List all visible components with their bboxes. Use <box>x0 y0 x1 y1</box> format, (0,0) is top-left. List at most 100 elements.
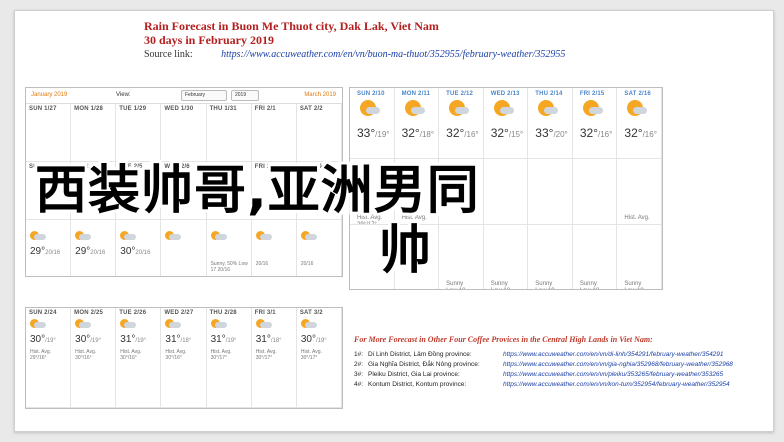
low-temp: /18° <box>419 130 435 139</box>
high-temp: 33° <box>357 126 376 140</box>
bottom-calendar-panel: SUN 2/24 30°/19° Hist. Avg. 29°/16° MON 2/25… <box>25 307 343 409</box>
day-label <box>484 159 528 162</box>
historic-label: Sunny <box>446 281 464 287</box>
calendar-day-cell[interactable]: TUE 2/12 32°/16° <box>439 88 484 159</box>
high-temp: 31° <box>210 334 226 345</box>
calendar-day-cell[interactable]: THU 2/14 33°/20° <box>528 88 573 159</box>
historic-average: Hist. Avg. 30°/17° <box>301 349 322 361</box>
low-temp: /19° <box>45 338 56 344</box>
cloud-icon <box>544 107 559 114</box>
calendar-day-cell[interactable] <box>572 159 618 225</box>
temperature: 32°/16° <box>446 126 478 140</box>
calendar-day-cell[interactable]: Hist. Avg. <box>617 159 662 225</box>
high-temp: 30° <box>30 334 46 345</box>
historic-value: 30°/17° <box>210 355 228 361</box>
calendar-day-cell[interactable]: MON 2/25 30°/19° Hist. Avg. 30°/16° <box>71 308 117 408</box>
calendar-day-cell[interactable]: THU 1/31 <box>206 104 252 162</box>
day-label: WED 2/13 <box>490 91 520 97</box>
calendar-day-cell[interactable]: FRI 2/15 32°/16° <box>572 88 618 159</box>
high-temp: 32° <box>401 126 420 140</box>
low-temp: /16° <box>642 130 657 139</box>
high-temp: 30° <box>75 334 91 345</box>
source-label: Source link: <box>144 49 193 60</box>
overlay-caption: 西装帅哥,亚洲男同 帅 <box>35 161 480 281</box>
temperature: 30°/19° <box>30 334 56 345</box>
historic-average: Hist. Avg. 30°/16° <box>75 349 96 361</box>
district-link[interactable]: https://www.accuweather.com/en/vn/kon-tu… <box>503 380 730 390</box>
row-number: 3#: <box>354 371 364 378</box>
high-temp: 31° <box>120 334 136 345</box>
historic-value: 30°/17° <box>300 355 318 361</box>
day-label <box>528 159 572 162</box>
calendar-day-cell[interactable]: SunnyLow 18 <box>573 225 618 289</box>
temperature: 32°/18° <box>402 126 434 140</box>
more-forecast-row: 2#: Gia Nghĩa District, Đắk Nông province… <box>354 360 764 370</box>
next-month-link[interactable]: March 2019 <box>304 92 336 98</box>
calendar-day-cell[interactable]: MON 2/11 32°/18° <box>394 88 440 159</box>
calendar-day-cell[interactable]: WED 1/30 <box>161 104 207 162</box>
calendar-day-cell[interactable]: SunnyLow 18 <box>484 225 529 289</box>
historic-average: Hist. Avg. 30°/17° <box>211 349 232 361</box>
prev-month-link[interactable]: January 2019 <box>31 92 67 98</box>
historic-value: Low 19 <box>535 288 554 289</box>
temperature: 31°/18° <box>256 334 282 345</box>
historic-average: SunnyLow 18 <box>491 281 510 289</box>
temperature: 30°/19° <box>301 334 327 345</box>
day-label: FRI 2/15 <box>579 91 605 97</box>
year-select[interactable]: 2019 <box>231 90 259 101</box>
calendar-day-cell[interactable] <box>483 159 529 225</box>
temperature: 31°/19° <box>211 334 237 345</box>
more-forecast-title: For More Forecast in Other Four Coffee P… <box>354 335 653 344</box>
month-select[interactable]: February <box>181 90 227 101</box>
more-forecast-row: 3#: Pleiku District, Gia Lai province: htt… <box>354 370 764 380</box>
cloud-icon <box>588 107 603 114</box>
low-temp: /19° <box>225 338 237 344</box>
high-temp: 32° <box>490 126 509 140</box>
calendar-day-cell[interactable]: WED 2/27 31°/18° Hist. Avg. 30°/16° <box>161 308 207 408</box>
calendar-day-cell[interactable]: FRI 2/1 <box>251 104 297 162</box>
calendar-day-cell[interactable]: SunnyLow 18 <box>617 225 662 289</box>
calendar-day-cell[interactable]: MON 1/28 <box>71 104 117 162</box>
calendar-day-cell[interactable]: FRI 3/1 31°/18° Hist. Avg. 30°/17° <box>251 308 297 408</box>
temperature: 31°/19° <box>120 334 146 345</box>
calendar-day-cell[interactable]: SUN 2/24 30°/19° Hist. Avg. 29°/16° <box>26 308 72 408</box>
calendar-day-cell[interactable]: SUN 2/10 33°/19° <box>350 88 395 159</box>
day-label: WED 1/30 <box>164 106 194 112</box>
high-temp: 31° <box>165 334 181 345</box>
cloud-icon <box>410 107 425 114</box>
calendar-day-cell[interactable]: SAT 2/16 32°/16° <box>617 88 662 159</box>
calendar-day-cell[interactable] <box>528 159 573 225</box>
document-page: Rain Forecast in Buon Me Thuot city, Dak… <box>14 10 774 432</box>
low-temp: /19° <box>375 130 390 139</box>
calendar-day-cell[interactable]: SAT 2/2 <box>296 104 342 162</box>
district-link[interactable]: https://www.accuweather.com/en/vn/pleiku… <box>503 370 723 380</box>
day-label: TUE 1/29 <box>119 106 147 112</box>
day-label: MON 2/25 <box>74 310 104 316</box>
district-name: Pleiku District, Gia Lai province: <box>368 371 460 378</box>
calendar-day-cell[interactable]: SunnyLow 19 <box>528 225 573 289</box>
historic-average: SunnyLow 18 <box>446 281 465 289</box>
calendar-day-cell[interactable]: TUE 1/29 <box>116 104 162 162</box>
day-label: WED 2/27 <box>164 310 194 316</box>
day-label: FRI 2/1 <box>254 106 276 112</box>
cloud-icon <box>455 107 470 114</box>
day-label: MON 1/28 <box>74 106 104 112</box>
day-label: SUN 2/10 <box>357 91 385 97</box>
calendar-day-cell[interactable]: SUN 1/27 <box>26 104 72 162</box>
district-link[interactable]: https://www.accuweather.com/en/vn/di-lin… <box>503 350 724 360</box>
calendar-day-cell[interactable]: THU 2/28 31°/19° Hist. Avg. 30°/17° <box>206 308 252 408</box>
calendar-day-cell[interactable]: WED 2/13 32°/15° <box>483 88 529 159</box>
historic-average: SunnyLow 18 <box>580 281 599 289</box>
row-number: 1#: <box>354 351 364 358</box>
high-temp: 32° <box>624 126 643 140</box>
calendar-day-cell[interactable]: TUE 2/26 31°/19° Hist. Avg. 30°/16° <box>116 308 162 408</box>
low-temp: /18° <box>180 338 192 344</box>
district-link[interactable]: https://www.accuweather.com/en/vn/gia-ng… <box>503 360 733 370</box>
source-line: Source link: https://www.accuweather.com… <box>144 48 604 62</box>
calendar-day-cell[interactable]: SAT 3/2 30°/19° Hist. Avg. 30°/17° <box>296 308 342 408</box>
high-temp: 31° <box>255 334 271 345</box>
source-link[interactable]: https://www.accuweather.com/en/vn/buon-m… <box>221 49 565 60</box>
historic-label: Sunny <box>535 281 553 287</box>
row-number: 4#: <box>354 381 364 388</box>
low-temp: /19° <box>90 338 102 344</box>
